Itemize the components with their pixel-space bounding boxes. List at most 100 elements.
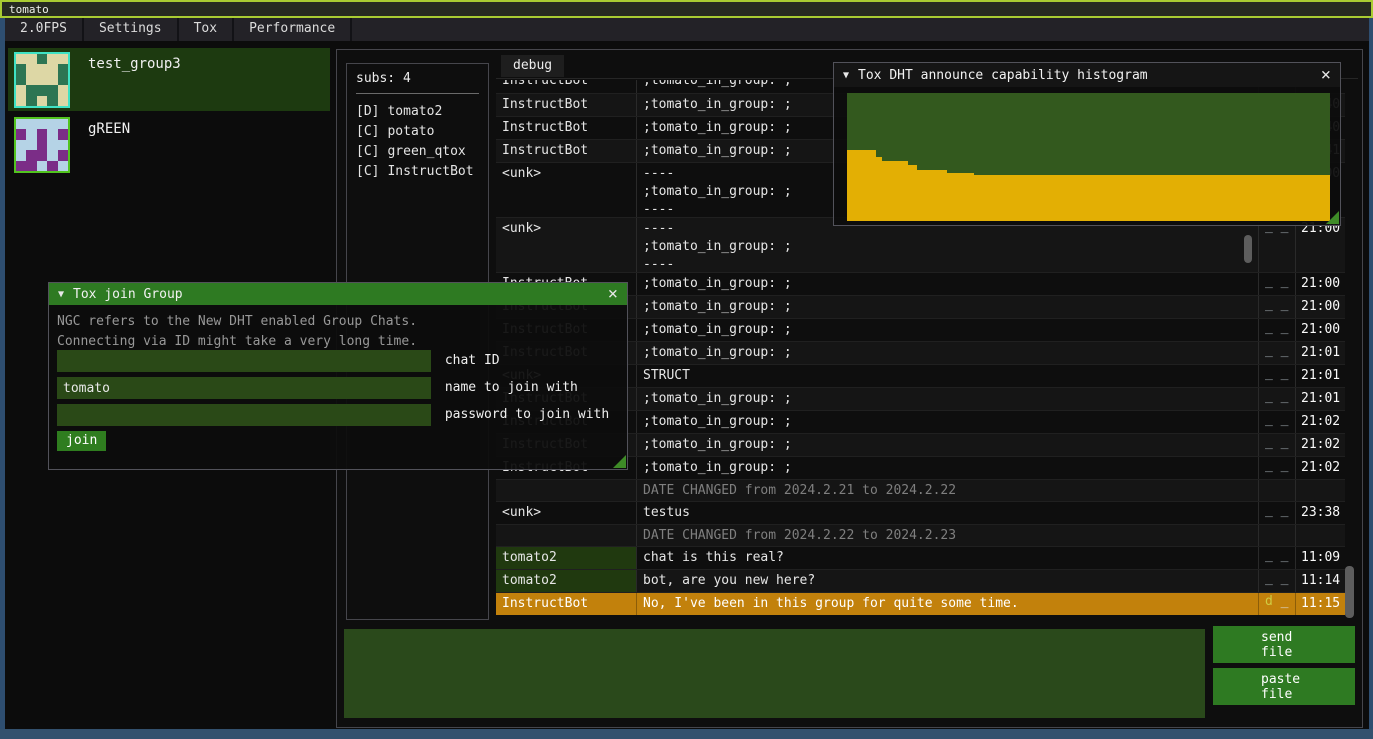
message-cell: ;tomato_in_group: ; [636,457,1258,479]
timestamp-cell: 21:00 [1295,296,1345,318]
histogram-segment [917,170,948,221]
peer-name: green_qtox [387,144,465,159]
message-cell: No, I've been in this group for quite so… [636,593,1258,615]
dht-capability-histogram-plot [847,93,1330,221]
sender-name-cell [496,480,636,501]
menu-bar: 2.0FPS Settings Tox Performance [5,18,1369,41]
join-password-input[interactable] [57,404,431,426]
message-row[interactable]: tomato2chat is this real?_ _11:09 [496,546,1345,569]
sender-name-cell: <unk> [496,502,636,524]
peer-item-InstructBot[interactable]: [C]InstructBot [356,162,479,182]
join-description-line1: NGC refers to the New DHT enabled Group … [57,312,627,332]
secondary-scrollbar-thumb[interactable] [1244,235,1252,263]
peer-name: tomato2 [387,104,442,119]
fps-counter: 2.0FPS [5,18,84,41]
receipt-indicator: _ [1273,274,1289,289]
receipt-indicator: _ [1265,274,1273,289]
receipt-cell: _ _ [1258,502,1295,524]
receipt-indicator: _ [1265,343,1273,358]
message-cell: ;tomato_in_group: ; [636,411,1258,433]
sender-name-cell: <unk> [496,218,636,272]
receipt-indicator: _ [1265,548,1273,563]
timestamp-cell: 21:02 [1295,434,1345,456]
collapse-arrow-icon[interactable]: ▼ [58,289,64,300]
receipt-indicator: _ [1273,571,1289,586]
window-title: tomato [9,3,49,16]
message-row[interactable]: <unk>testus_ _23:38 [496,501,1345,524]
timestamp-cell [1295,480,1345,501]
join-password-label: password to join with [445,404,609,426]
join-name-input[interactable] [57,377,431,399]
tab-debug[interactable]: debug [501,55,564,77]
receipt-indicator: _ [1265,389,1273,404]
receipt-cell: _ _ [1258,434,1295,456]
chat-id-input[interactable] [57,350,431,372]
histogram-segment [882,161,908,221]
receipt-cell: d _ [1258,593,1295,615]
receipt-indicator: _ [1265,458,1273,473]
peer-item-tomato2[interactable]: [D]tomato2 [356,102,479,122]
receipt-indicator: _ [1273,320,1289,335]
receipt-indicator: _ [1273,343,1289,358]
message-cell: ----;tomato_in_group: ;---- [636,218,1258,272]
join-password-field-row: password to join with [57,404,609,426]
date-changed-text: DATE CHANGED from 2024.2.21 to 2024.2.22 [643,482,1252,500]
peer-item-potato[interactable]: [C]potato [356,122,479,142]
resize-grip[interactable] [1326,211,1339,224]
timestamp-cell: 11:09 [1295,547,1345,569]
sender-name-cell: InstructBot [496,140,636,162]
subs-count-label: subs: 4 [356,71,479,86]
collapse-arrow-icon[interactable]: ▼ [843,70,849,81]
join-name-label: name to join with [445,377,578,399]
message-row[interactable]: tomato2bot, are you new here?_ _11:14 [496,569,1345,592]
window-titlebar[interactable]: tomato [0,0,1373,18]
group-item-gREEN[interactable]: gREEN [8,113,330,176]
date-changed-row[interactable]: DATE CHANGED from 2024.2.21 to 2024.2.22 [496,479,1345,501]
timestamp-cell: 11:14 [1295,570,1345,592]
paste-file-label: paste file [1261,672,1307,702]
join-description-line2: Connecting via ID might take a very long… [57,332,627,352]
send-file-button[interactable]: send file [1213,626,1355,663]
join-window-titlebar[interactable]: ▼ Tox join Group × [49,283,627,305]
paste-file-button[interactable]: paste file [1213,668,1355,705]
message-cell: DATE CHANGED from 2024.2.21 to 2024.2.22 [636,480,1258,501]
menu-tox[interactable]: Tox [179,18,234,41]
message-cell: ;tomato_in_group: ; [636,434,1258,456]
timestamp-cell: 23:38 [1295,502,1345,524]
join-button[interactable]: join [57,431,106,451]
sender-name-cell: <unk> [496,163,636,217]
peer-connection-tag: [C] [356,144,379,159]
resize-grip[interactable] [613,455,626,468]
peer-item-green_qtox[interactable]: [C] green_qtox [356,142,479,162]
group-name-label: test_group3 [88,56,181,72]
receipt-cell: _ _ [1258,319,1295,341]
close-icon[interactable]: × [1321,68,1331,83]
close-icon[interactable]: × [608,287,618,302]
timestamp-cell: 11:15 [1295,593,1345,615]
receipt-indicator: _ [1265,366,1273,381]
receipt-cell: _ _ [1258,457,1295,479]
histogram-window: ▼ Tox DHT announce capability histogram … [833,62,1341,226]
message-cell: ;tomato_in_group: ; [636,319,1258,341]
receipt-indicator: _ [1265,571,1273,586]
menu-settings[interactable]: Settings [84,18,179,41]
histogram-window-titlebar[interactable]: ▼ Tox DHT announce capability histogram … [834,63,1340,87]
message-row[interactable]: InstructBotNo, I've been in this group f… [496,592,1345,615]
receipt-cell [1258,480,1295,501]
chat-scrollbar-thumb[interactable] [1345,566,1354,618]
sender-name-cell: tomato2 [496,547,636,569]
message-cell: ;tomato_in_group: ; [636,342,1258,364]
message-input[interactable] [344,629,1205,718]
timestamp-cell: 21:00 [1295,273,1345,295]
group-item-test_group3[interactable]: test_group3 [8,48,330,111]
timestamp-cell: 21:00 [1295,319,1345,341]
menu-performance[interactable]: Performance [234,18,352,41]
chat-id-label: chat ID [445,350,500,372]
date-changed-row[interactable]: DATE CHANGED from 2024.2.22 to 2024.2.23 [496,524,1345,546]
timestamp-cell: 21:01 [1295,365,1345,387]
histogram-window-title: Tox DHT announce capability histogram [858,68,1148,83]
timestamp-cell: 21:00 [1295,218,1345,272]
sender-name-cell [496,525,636,546]
window-border-bottom [0,729,1373,739]
receipt-indicator: _ [1273,503,1289,518]
